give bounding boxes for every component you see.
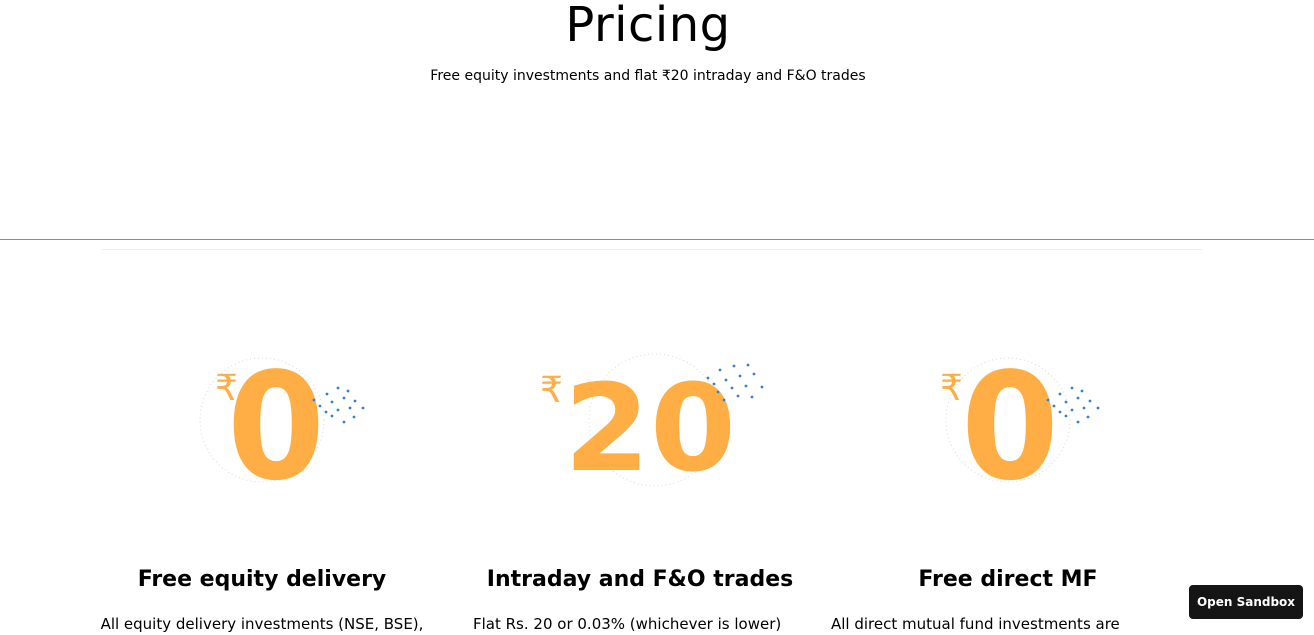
section-divider <box>0 239 1314 240</box>
rupee-symbol: ₹ <box>940 368 963 409</box>
zero-rupee-graphic: ₹ 0 <box>199 350 365 490</box>
card-title: Free direct MF <box>918 567 1098 592</box>
card-description: All equity delivery investments (NSE, BS… <box>100 615 424 633</box>
pricing-header: Pricing Free equity investments and flat… <box>0 0 1314 240</box>
page-title: Pricing <box>565 0 731 53</box>
twenty-rupee-graphic: ₹ 20 <box>540 353 764 490</box>
page-subtitle: Free equity investments and flat ₹20 int… <box>430 68 866 84</box>
card-title: Free equity delivery <box>137 567 387 592</box>
card-title: Intraday and F&O trades <box>486 567 794 592</box>
card-description: All direct mutual fund investments are <box>831 615 1120 633</box>
price-amount: 20 <box>564 360 736 490</box>
rupee-symbol: ₹ <box>540 370 563 411</box>
zero-rupee-graphic: ₹ 0 <box>940 350 1100 490</box>
price-amount: 0 <box>961 350 1059 490</box>
card-description: Flat Rs. 20 or 0.03% (whichever is lower… <box>473 615 782 633</box>
price-amount: 0 <box>227 350 325 490</box>
open-sandbox-button[interactable]: Open Sandbox <box>1189 585 1303 619</box>
content-divider <box>102 249 1202 250</box>
